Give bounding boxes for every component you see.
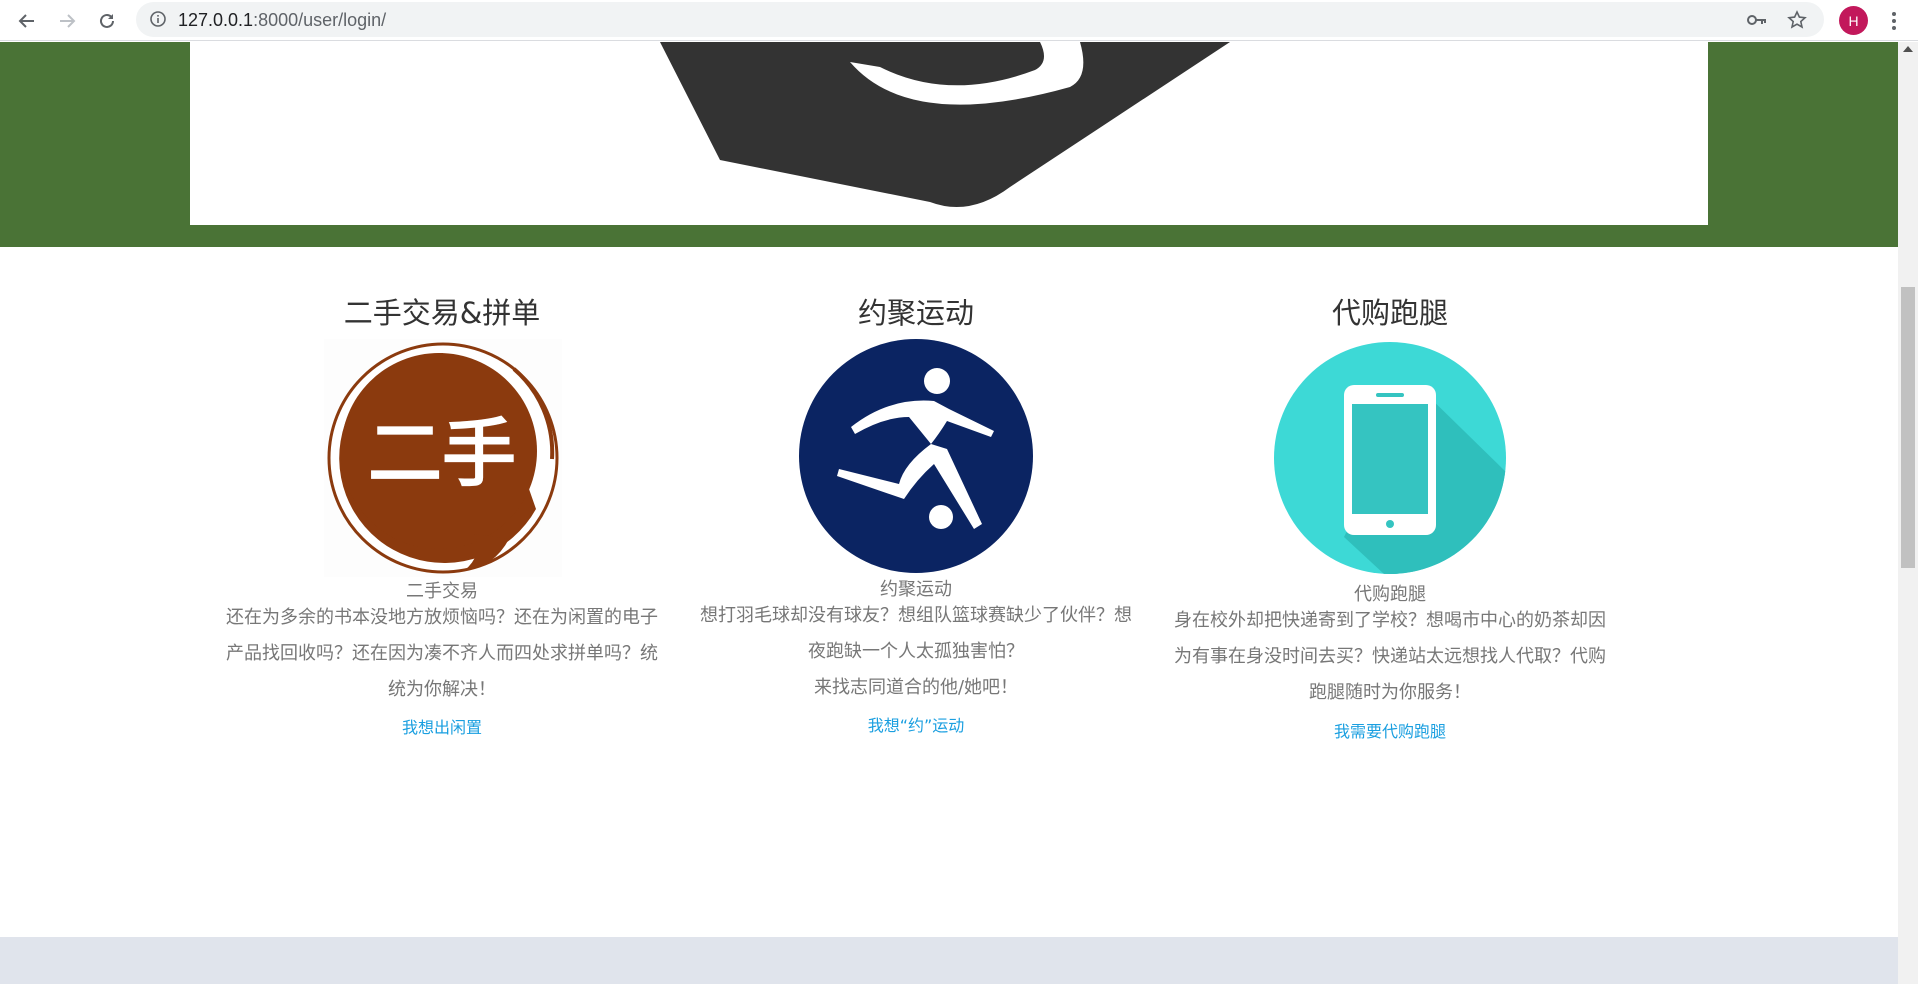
- secondhand-icon: 二手: [324, 339, 562, 581]
- scrollbar-thumb[interactable]: [1901, 287, 1915, 568]
- feature-description: 想打羽毛球却没有球友？想组队篮球赛缺少了伙伴？想夜跑缺一个人太孤独害怕？: [700, 605, 1132, 662]
- browser-toolbar: 127.0.0.1:8000/user/login/ H: [0, 0, 1918, 41]
- football-player-icon: [799, 339, 1033, 577]
- hero-image: [190, 42, 1708, 225]
- feature-description: 还在为多余的书本没地方放烦恼吗？还在为闲置的电子产品找回收吗？还在因为凑不齐人而…: [226, 607, 658, 700]
- errands-link[interactable]: 我需要代购跑腿: [1170, 718, 1610, 742]
- kebab-menu-icon: [1892, 12, 1896, 30]
- browser-menu-button[interactable]: [1884, 6, 1904, 36]
- back-button[interactable]: [12, 6, 42, 36]
- url-host: 127.0.0.1: [178, 10, 254, 30]
- back-arrow-icon: [18, 14, 34, 28]
- feature-title: 代购跑腿: [1331, 296, 1448, 330]
- url-text: 127.0.0.1:8000/user/login/: [178, 10, 386, 31]
- star-icon[interactable]: [1786, 10, 1808, 30]
- mobile-phone-icon: [1274, 342, 1506, 578]
- address-bar[interactable]: 127.0.0.1:8000/user/login/: [136, 2, 1824, 37]
- site-info-icon[interactable]: [150, 11, 166, 31]
- forward-arrow-icon: [60, 14, 76, 28]
- url-path: :8000/user/login/: [253, 10, 387, 30]
- key-icon[interactable]: [1746, 10, 1768, 30]
- features-section: 二手交易&拼单 二手 二手交易 还在为多余的书本没地方放烦恼吗？还在为闲置的电子…: [0, 247, 1898, 977]
- offer-idle-link[interactable]: 我想出闲置: [222, 714, 662, 738]
- sports-link[interactable]: 我想“约”运动: [696, 712, 1136, 736]
- feature-title: 二手交易&拼单: [343, 296, 541, 330]
- scroll-up-arrow-icon[interactable]: [1903, 46, 1913, 52]
- footer-section: [0, 937, 1898, 984]
- feature-title: 约聚运动: [857, 296, 974, 330]
- page-viewport: 二手交易&拼单 二手 二手交易 还在为多余的书本没地方放烦恼吗？还在为闲置的电子…: [0, 42, 1898, 984]
- page-scrollbar[interactable]: [1898, 42, 1918, 984]
- feature-description-tail: 来找志同道合的他/她吧！: [813, 677, 1019, 698]
- hero-banner: [0, 42, 1898, 247]
- feature-description: 身在校外却把快递寄到了学校？想喝市中心的奶茶却因为有事在身没时间去买？快递站太远…: [1174, 610, 1606, 703]
- reload-icon: [100, 13, 114, 28]
- forward-button[interactable]: [52, 6, 82, 36]
- reload-button[interactable]: [92, 6, 122, 36]
- profile-avatar[interactable]: H: [1839, 6, 1868, 35]
- hero-logo-graphic: [660, 42, 1230, 207]
- secondhand-icon-text: 二手: [368, 411, 516, 497]
